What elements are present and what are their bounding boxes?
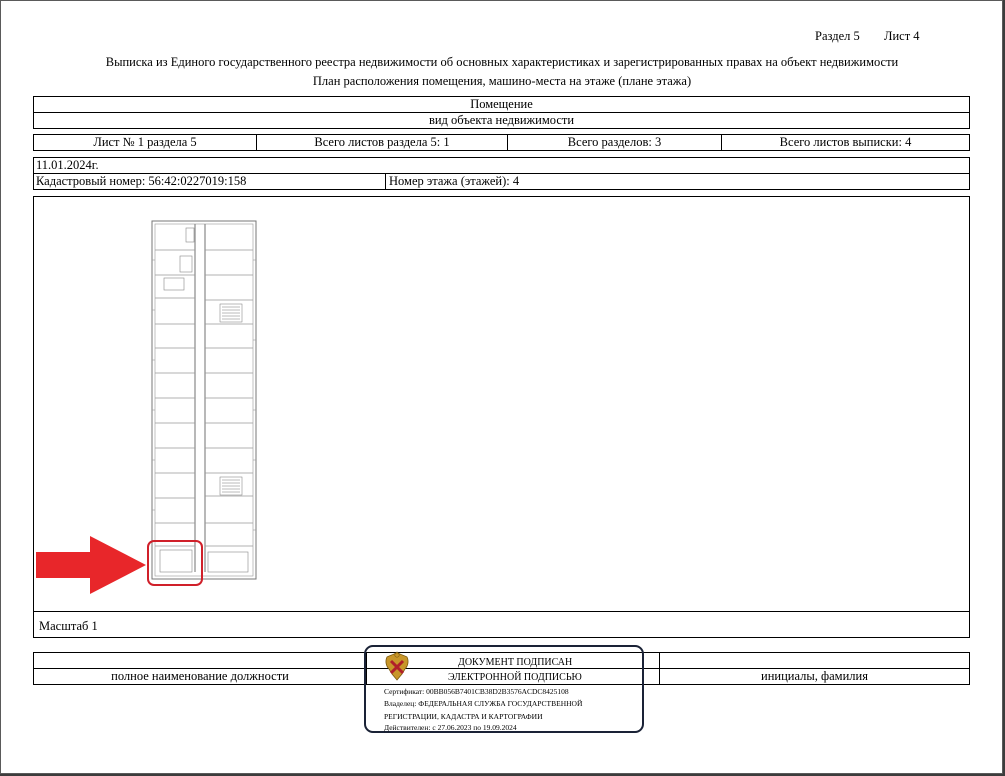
cadastral-number: Кадастровый номер: 56:42:0227019:158 <box>33 173 386 190</box>
stamp-owner-line1: Владелец: ФЕДЕРАЛЬНАЯ СЛУЖБА ГОСУДАРСТВЕ… <box>384 699 583 708</box>
object-type-value: Помещение <box>33 96 970 113</box>
floor-plan-drawing <box>151 220 257 580</box>
document-subtitle: План расположения помещения, машино-мест… <box>312 74 692 88</box>
stamp-line1: ДОКУМЕНТ ПОДПИСАН <box>458 657 573 668</box>
highlight-box <box>147 540 203 586</box>
sheet-of-section: Лист № 1 раздела 5 <box>33 134 257 151</box>
total-sheets-extract: Всего листов выписки: 4 <box>721 134 970 151</box>
scale-cell: Масштаб 1 <box>33 611 970 638</box>
name-caption: инициалы, фамилия <box>659 668 970 685</box>
stamp-certificate: Сертификат: 00BB056B7401CB38D2B3576ACDC8… <box>384 687 569 696</box>
stamp-validity: Действителен: с 27.06.2023 по 19.09.2024 <box>384 723 517 732</box>
sheet-label: Лист 4 <box>884 29 920 43</box>
document-title: Выписка из Единого государственного реес… <box>105 55 899 69</box>
name-field <box>659 652 970 669</box>
position-caption: полное наименование должности <box>33 668 367 685</box>
total-sheets-section: Всего листов раздела 5: 1 <box>256 134 508 151</box>
floor-number: Номер этажа (этажей): 4 <box>385 173 970 190</box>
date-cell: 11.01.2024г. <box>33 157 970 174</box>
total-sections: Всего разделов: 3 <box>507 134 722 151</box>
position-field <box>33 652 367 669</box>
coat-of-arms-icon <box>385 651 409 681</box>
section-label: Раздел 5 <box>815 29 860 43</box>
red-arrow-icon <box>36 536 146 594</box>
e-signature-stamp: ДОКУМЕНТ ПОДПИСАН ЭЛЕКТРОННОЙ ПОДПИСЬЮ С… <box>364 645 644 733</box>
stamp-line2: ЭЛЕКТРОННОЙ ПОДПИСЬЮ <box>448 672 582 683</box>
object-type-caption: вид объекта недвижимости <box>33 112 970 129</box>
